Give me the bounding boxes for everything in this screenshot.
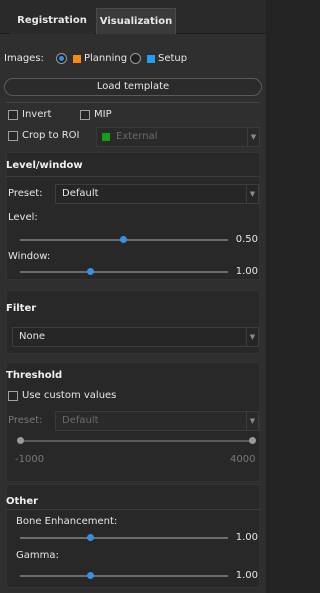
level-window-preset-label: Preset: [8,188,43,199]
bone-enhancement-label: Bone Enhancement: [16,516,118,527]
roi-color-swatch [102,133,110,141]
invert-label: Invert [22,109,52,120]
gamma-value: 1.00 [235,570,258,581]
other-title: Other [6,496,39,507]
threshold-max-handle[interactable] [249,437,256,444]
level-value: 0.50 [235,234,258,245]
roi-select-value: External [116,131,158,142]
setup-label[interactable]: Setup [158,53,187,64]
gamma-label: Gamma: [16,550,59,561]
planning-radio[interactable] [56,53,67,64]
threshold-preset-label: Preset: [8,415,43,426]
bone-enhancement-value: 1.00 [235,532,258,543]
level-slider-handle[interactable] [120,236,127,243]
load-template-button[interactable]: Load template [4,78,262,96]
filter-select[interactable]: None ▼ [12,327,259,347]
level-window-preset-value: Default [62,188,99,199]
threshold-title: Threshold [6,370,63,381]
threshold-preset-select[interactable]: Default ▼ [55,411,259,431]
level-window-title: Level/window [6,160,83,171]
crop-to-roi-label: Crop to ROI [22,130,80,141]
threshold-preset-value: Default [62,415,99,426]
threshold-range-track[interactable] [20,440,256,442]
other-section [6,484,260,588]
window-label: Window: [8,251,51,262]
mip-checkbox[interactable] [80,110,90,120]
invert-checkbox[interactable] [8,110,18,120]
planning-label[interactable]: Planning [84,53,127,64]
window-value: 1.00 [235,266,258,277]
bone-enhancement-slider-handle[interactable] [87,534,94,541]
separator [6,176,260,177]
window-slider-track[interactable] [20,271,228,273]
tab-visualization[interactable]: Visualization [96,8,176,34]
planning-color-swatch [73,55,81,63]
threshold-max-label: 4000 [230,454,256,465]
chevron-down-icon: ▼ [247,128,259,146]
roi-select[interactable]: External ▼ [96,127,260,147]
level-label: Level: [8,212,38,223]
separator [6,102,260,103]
setup-color-swatch [147,55,155,63]
level-window-preset-select[interactable]: Default ▼ [55,184,259,204]
gamma-slider-track[interactable] [20,575,228,577]
crop-to-roi-checkbox[interactable] [8,131,18,141]
tab-bar: Registration Visualization [0,0,266,34]
threshold-min-label: -1000 [15,454,45,465]
gamma-slider-handle[interactable] [87,572,94,579]
chevron-down-icon: ▼ [246,412,258,430]
chevron-down-icon: ▼ [246,328,258,346]
use-custom-values-checkbox[interactable] [8,391,18,401]
chevron-down-icon: ▼ [246,185,258,203]
filter-title: Filter [6,303,37,314]
images-label: Images: [4,53,44,64]
threshold-min-handle[interactable] [17,437,24,444]
setup-radio[interactable] [130,53,141,64]
tab-registration[interactable]: Registration [10,8,94,34]
bone-enhancement-slider-track[interactable] [20,537,228,539]
filter-select-value: None [19,331,46,342]
mip-label: MIP [94,109,112,120]
window-slider-handle[interactable] [87,268,94,275]
separator [6,509,260,510]
use-custom-values-label: Use custom values [22,390,117,401]
visualization-panel: Images: Planning Setup Load template Inv… [0,34,266,593]
